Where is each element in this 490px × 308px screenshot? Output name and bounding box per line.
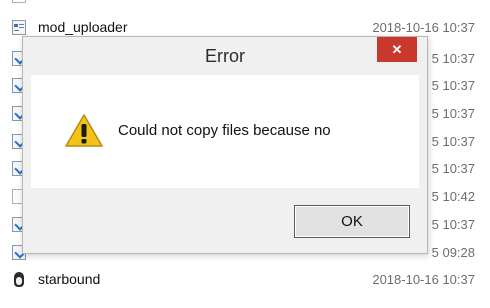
file-date: 2018-10-16 10:37 (372, 272, 475, 287)
dialog-titlebar[interactable]: Error ✕ (23, 37, 427, 75)
error-message: Could not copy files because no (118, 122, 331, 139)
file-date: 5 10:42 (431, 189, 475, 204)
close-button[interactable]: ✕ (377, 37, 417, 62)
file-date: 5 10:37 (431, 161, 475, 176)
error-dialog: Error ✕ Could not copy files because no … (22, 36, 428, 254)
dialog-footer: OK (31, 188, 419, 247)
file-date: 5 10:37 (431, 217, 475, 232)
dialog-title: Error (205, 46, 245, 66)
executable-file-icon (12, 20, 26, 35)
file-date: 5 10:37 (431, 78, 475, 93)
blank-file-icon (12, 0, 26, 3)
file-name: starbound (38, 271, 101, 287)
file-row[interactable] (0, 0, 490, 10)
ok-button[interactable]: OK (294, 205, 410, 238)
file-row[interactable]: starbound 2018-10-16 10:37 (0, 266, 490, 294)
file-date: 5 10:37 (431, 51, 475, 66)
file-date: 5 10:37 (431, 106, 475, 121)
penguin-icon (12, 272, 26, 287)
file-date: 5 10:37 (431, 134, 475, 149)
warning-icon (64, 113, 104, 149)
file-date: 2018-10-16 10:37 (372, 20, 475, 35)
file-date: 5 09:28 (431, 245, 475, 260)
dialog-content: Could not copy files because no (31, 75, 419, 188)
file-name: mod_uploader (38, 19, 128, 35)
